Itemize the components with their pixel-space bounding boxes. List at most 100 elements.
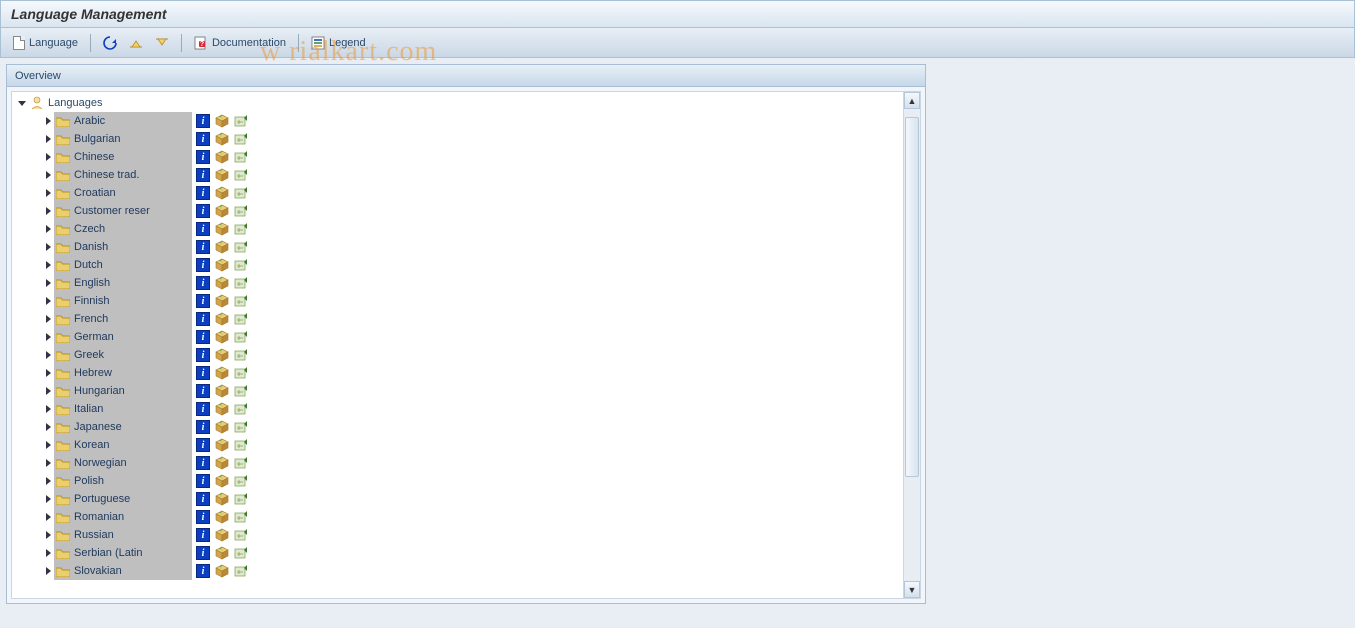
import-icon[interactable] (234, 456, 250, 470)
import-icon[interactable] (234, 348, 250, 362)
scrollbar-thumb[interactable] (905, 117, 919, 477)
tree-language-row[interactable]: Polishi (12, 472, 920, 490)
tree-language-row[interactable]: Romanian i (12, 508, 920, 526)
import-icon[interactable] (234, 546, 250, 560)
tree-root-node[interactable]: Languages (12, 94, 920, 112)
info-icon[interactable]: i (196, 276, 210, 290)
tree-language-row[interactable]: Bulgariani (12, 130, 920, 148)
tree-language-row[interactable]: Arabici (12, 112, 920, 130)
expand-toggle-icon[interactable] (46, 567, 51, 575)
expand-toggle-icon[interactable] (46, 135, 51, 143)
package-icon[interactable] (214, 546, 230, 560)
expand-toggle-icon[interactable] (46, 513, 51, 521)
info-icon[interactable]: i (196, 420, 210, 434)
tree-node-label-cell[interactable]: Serbian (Latin (54, 544, 192, 562)
info-icon[interactable]: i (196, 294, 210, 308)
tree-node-label-cell[interactable]: Dutch (54, 256, 192, 274)
info-icon[interactable]: i (196, 492, 210, 506)
import-icon[interactable] (234, 294, 250, 308)
expand-toggle-icon[interactable] (46, 261, 51, 269)
package-icon[interactable] (214, 438, 230, 452)
tree-language-row[interactable]: Hebrewi (12, 364, 920, 382)
tree-node-label-cell[interactable]: Romanian (54, 508, 192, 526)
expand-toggle-icon[interactable] (46, 531, 51, 539)
tree-node-label-cell[interactable]: Hebrew (54, 364, 192, 382)
package-icon[interactable] (214, 222, 230, 236)
tree-node-label-cell[interactable]: German (54, 328, 192, 346)
import-icon[interactable] (234, 474, 250, 488)
package-icon[interactable] (214, 366, 230, 380)
import-icon[interactable] (234, 222, 250, 236)
language-button[interactable]: Language (9, 34, 82, 52)
info-icon[interactable]: i (196, 402, 210, 416)
refresh-button[interactable] (99, 34, 121, 52)
tree-language-row[interactable]: Hungarian i (12, 382, 920, 400)
info-icon[interactable]: i (196, 510, 210, 524)
info-icon[interactable]: i (196, 312, 210, 326)
info-icon[interactable]: i (196, 366, 210, 380)
expand-toggle-icon[interactable] (46, 207, 51, 215)
expand-toggle-icon[interactable] (46, 189, 51, 197)
import-icon[interactable] (234, 510, 250, 524)
package-icon[interactable] (214, 348, 230, 362)
tree-node-label-cell[interactable]: Danish (54, 238, 192, 256)
tree-language-row[interactable]: Finnishi (12, 292, 920, 310)
tree-language-row[interactable]: Greeki (12, 346, 920, 364)
collapse-all-button[interactable] (151, 35, 173, 51)
tree-node-label-cell[interactable]: Customer reser (54, 202, 192, 220)
package-icon[interactable] (214, 294, 230, 308)
import-icon[interactable] (234, 492, 250, 506)
tree-node-label-cell[interactable]: English (54, 274, 192, 292)
info-icon[interactable]: i (196, 546, 210, 560)
info-icon[interactable]: i (196, 474, 210, 488)
info-icon[interactable]: i (196, 456, 210, 470)
expand-toggle-icon[interactable] (46, 405, 51, 413)
tree-language-row[interactable]: Italiani (12, 400, 920, 418)
info-icon[interactable]: i (196, 114, 210, 128)
info-icon[interactable]: i (196, 258, 210, 272)
expand-toggle-icon[interactable] (46, 459, 51, 467)
info-icon[interactable]: i (196, 528, 210, 542)
expand-toggle-icon[interactable] (46, 441, 51, 449)
tree-language-row[interactable]: Frenchi (12, 310, 920, 328)
tree-node-label-cell[interactable]: Greek (54, 346, 192, 364)
expand-toggle-icon[interactable] (46, 315, 51, 323)
tree-node-label-cell[interactable]: Polish (54, 472, 192, 490)
import-icon[interactable] (234, 132, 250, 146)
tree-language-row[interactable]: Dutchi (12, 256, 920, 274)
info-icon[interactable]: i (196, 186, 210, 200)
expand-toggle-icon[interactable] (46, 477, 51, 485)
expand-toggle-icon[interactable] (46, 279, 51, 287)
info-icon[interactable]: i (196, 150, 210, 164)
package-icon[interactable] (214, 240, 230, 254)
package-icon[interactable] (214, 528, 230, 542)
import-icon[interactable] (234, 204, 250, 218)
tree-node-label-cell[interactable]: Hungarian (54, 382, 192, 400)
tree-language-row[interactable]: Chinesei (12, 148, 920, 166)
tree-node-label-cell[interactable]: Czech (54, 220, 192, 238)
tree-language-row[interactable]: Chinese trad.i (12, 166, 920, 184)
tree-node-label-cell[interactable]: Norwegian (54, 454, 192, 472)
info-icon[interactable]: i (196, 330, 210, 344)
import-icon[interactable] (234, 312, 250, 326)
expand-toggle-icon[interactable] (46, 351, 51, 359)
scroll-down-button[interactable]: ▼ (904, 581, 920, 598)
package-icon[interactable] (214, 564, 230, 578)
import-icon[interactable] (234, 564, 250, 578)
info-icon[interactable]: i (196, 132, 210, 146)
info-icon[interactable]: i (196, 168, 210, 182)
tree-language-row[interactable]: English i (12, 274, 920, 292)
package-icon[interactable] (214, 402, 230, 416)
info-icon[interactable]: i (196, 204, 210, 218)
expand-toggle-icon[interactable] (46, 297, 51, 305)
package-icon[interactable] (214, 258, 230, 272)
info-icon[interactable]: i (196, 384, 210, 398)
package-icon[interactable] (214, 492, 230, 506)
info-icon[interactable]: i (196, 564, 210, 578)
info-icon[interactable]: i (196, 222, 210, 236)
tree-language-row[interactable]: Croatiani (12, 184, 920, 202)
import-icon[interactable] (234, 330, 250, 344)
import-icon[interactable] (234, 240, 250, 254)
tree-language-row[interactable]: Japanesei (12, 418, 920, 436)
expand-toggle-icon[interactable] (46, 495, 51, 503)
